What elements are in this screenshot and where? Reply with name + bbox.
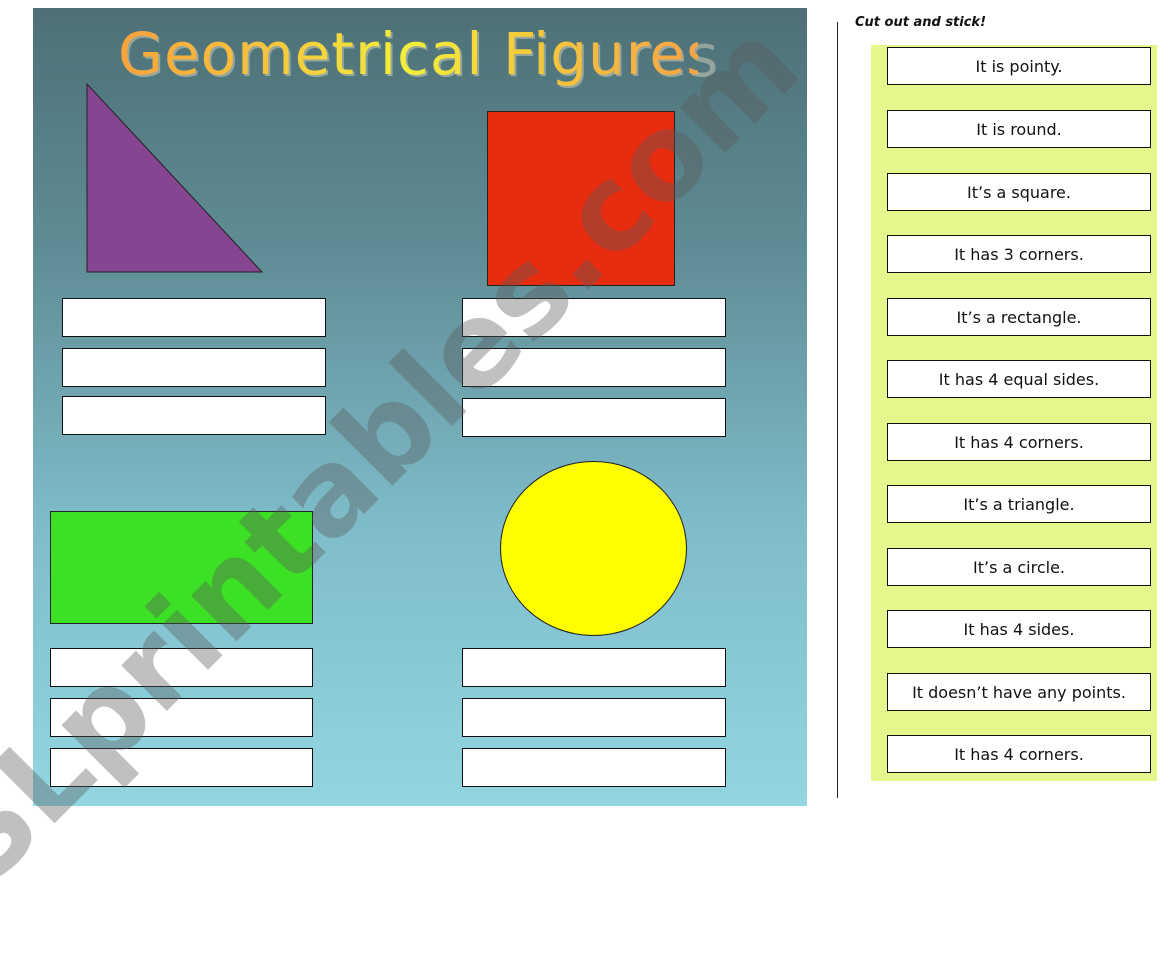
circle-answer-box-3[interactable] bbox=[462, 748, 726, 787]
rectangle-shape bbox=[50, 511, 313, 624]
cutout-card[interactable]: It doesn’t have any points. bbox=[887, 673, 1151, 711]
cutout-card[interactable]: It has 4 corners. bbox=[887, 423, 1151, 461]
cutout-card[interactable]: It has 4 sides. bbox=[887, 610, 1151, 648]
rectangle-answer-box-3[interactable] bbox=[50, 748, 313, 787]
cut-line-divider bbox=[837, 22, 838, 798]
square-shape bbox=[487, 111, 675, 286]
rectangle-answer-box-2[interactable] bbox=[50, 698, 313, 737]
circle-answer-box-1[interactable] bbox=[462, 648, 726, 687]
square-answer-box-2[interactable] bbox=[462, 348, 726, 387]
cutout-card[interactable]: It’s a rectangle. bbox=[887, 298, 1151, 336]
rectangle-answer-box-1[interactable] bbox=[50, 648, 313, 687]
cutout-card[interactable]: It has 4 equal sides. bbox=[887, 360, 1151, 398]
cutout-card[interactable]: It has 3 corners. bbox=[887, 235, 1151, 273]
circle-answer-box-2[interactable] bbox=[462, 698, 726, 737]
cutout-card[interactable]: It is round. bbox=[887, 110, 1151, 148]
cutout-instruction: Cut out and stick! bbox=[855, 15, 987, 30]
triangle-answer-box-2[interactable] bbox=[62, 348, 326, 387]
triangle-answer-box-1[interactable] bbox=[62, 298, 326, 337]
square-answer-box-1[interactable] bbox=[462, 298, 726, 337]
cutout-card[interactable]: It is pointy. bbox=[887, 47, 1151, 85]
cutout-card[interactable]: It’s a triangle. bbox=[887, 485, 1151, 523]
worksheet-title: Geometrical Figures bbox=[118, 14, 716, 94]
square-answer-box-3[interactable] bbox=[462, 398, 726, 437]
cutout-card[interactable]: It has 4 corners. bbox=[887, 735, 1151, 773]
triangle-shape bbox=[86, 83, 264, 273]
cutout-card[interactable]: It’s a square. bbox=[887, 173, 1151, 211]
cutout-cards-panel bbox=[871, 45, 1157, 781]
triangle-polygon bbox=[86, 83, 264, 273]
circle-shape bbox=[500, 461, 687, 636]
cutout-card[interactable]: It’s a circle. bbox=[887, 548, 1151, 586]
triangle-answer-box-3[interactable] bbox=[62, 396, 326, 435]
